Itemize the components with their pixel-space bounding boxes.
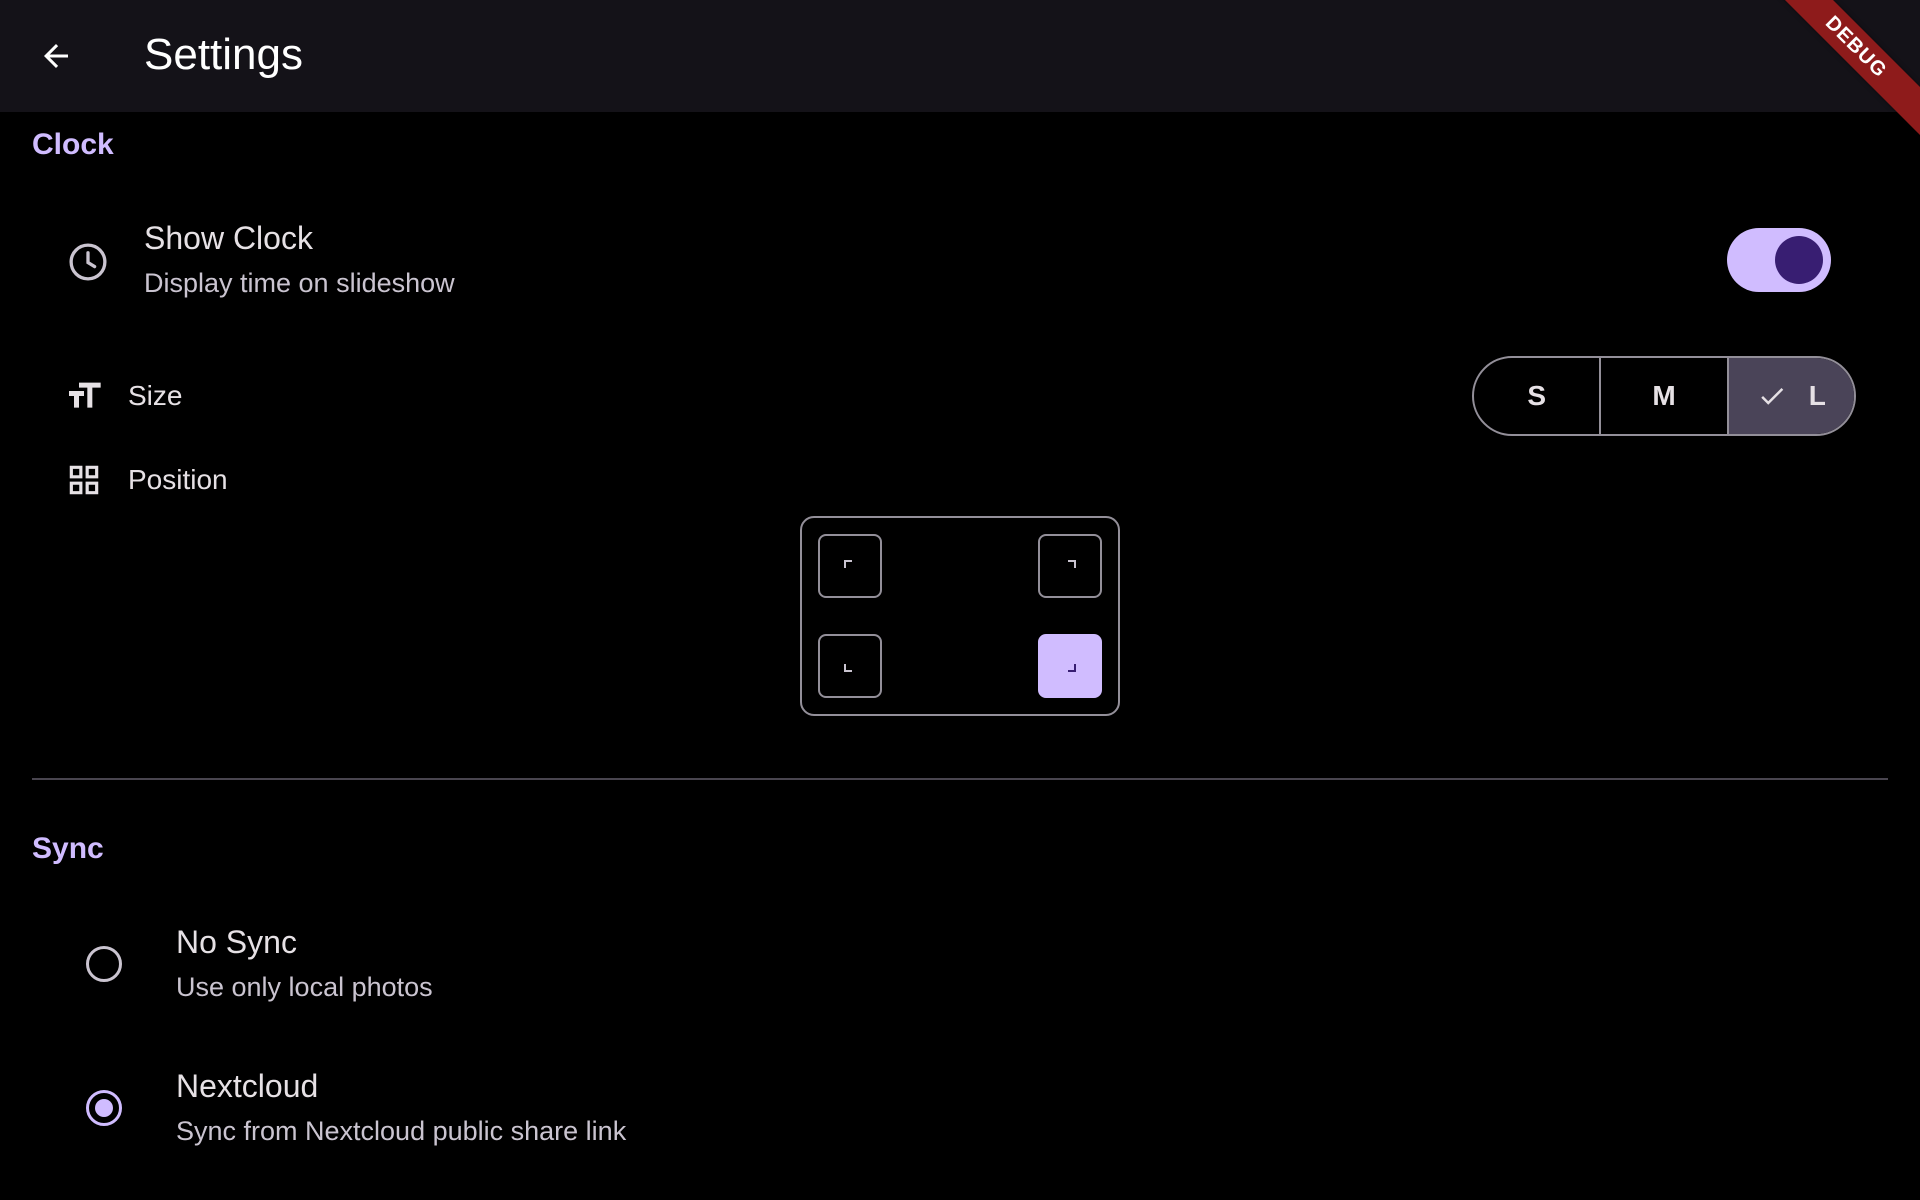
size-option-s[interactable]: S	[1474, 358, 1599, 434]
bottom-left-corner-icon	[844, 664, 852, 672]
position-picker	[800, 516, 1120, 716]
sync-option-nextcloud[interactable]: Nextcloud Sync from Nextcloud public sha…	[0, 1060, 1920, 1160]
show-clock-title: Show Clock	[144, 220, 313, 256]
grid-icon	[64, 460, 104, 500]
top-left-corner-icon	[844, 560, 852, 568]
back-button[interactable]	[26, 26, 86, 86]
size-label: Size	[128, 380, 183, 411]
show-clock-tile[interactable]: Show Clock Display time on slideshow	[0, 210, 1920, 310]
app-bar: Settings	[0, 0, 1920, 112]
text-size-icon	[64, 376, 104, 416]
show-clock-subtitle: Display time on slideshow	[144, 268, 455, 298]
bottom-right-corner-icon	[1068, 664, 1076, 672]
position-label: Position	[128, 464, 228, 495]
size-option-m[interactable]: M	[1599, 358, 1726, 434]
no-sync-subtitle: Use only local photos	[176, 972, 433, 1002]
nextcloud-radio[interactable]	[86, 1090, 122, 1126]
page-title: Settings	[144, 30, 303, 79]
position-bottom-right[interactable]	[1038, 634, 1102, 698]
settings-screen: Settings DEBUG Clock Show Clock Display …	[0, 0, 1920, 1200]
sync-option-no-sync[interactable]: No Sync Use only local photos	[0, 916, 1920, 1016]
size-segmented-control: S M L	[1472, 356, 1856, 436]
section-header-sync: Sync	[32, 832, 104, 865]
section-header-clock: Clock	[32, 128, 114, 161]
size-option-l[interactable]: L	[1726, 358, 1854, 434]
position-bottom-left[interactable]	[818, 634, 882, 698]
nextcloud-subtitle: Sync from Nextcloud public share link	[176, 1116, 627, 1146]
check-icon	[1761, 387, 1784, 405]
arrow-back-icon	[44, 44, 68, 68]
switch-thumb	[1775, 236, 1823, 284]
no-sync-title: No Sync	[176, 924, 297, 960]
position-top-right[interactable]	[1038, 534, 1102, 598]
top-right-corner-icon	[1068, 560, 1076, 568]
clock-icon	[64, 238, 112, 286]
section-divider	[32, 778, 1888, 780]
position-top-left[interactable]	[818, 534, 882, 598]
no-sync-radio[interactable]	[86, 946, 122, 982]
radio-dot	[95, 1099, 113, 1117]
show-clock-switch[interactable]	[1727, 228, 1831, 292]
nextcloud-title: Nextcloud	[176, 1068, 319, 1104]
